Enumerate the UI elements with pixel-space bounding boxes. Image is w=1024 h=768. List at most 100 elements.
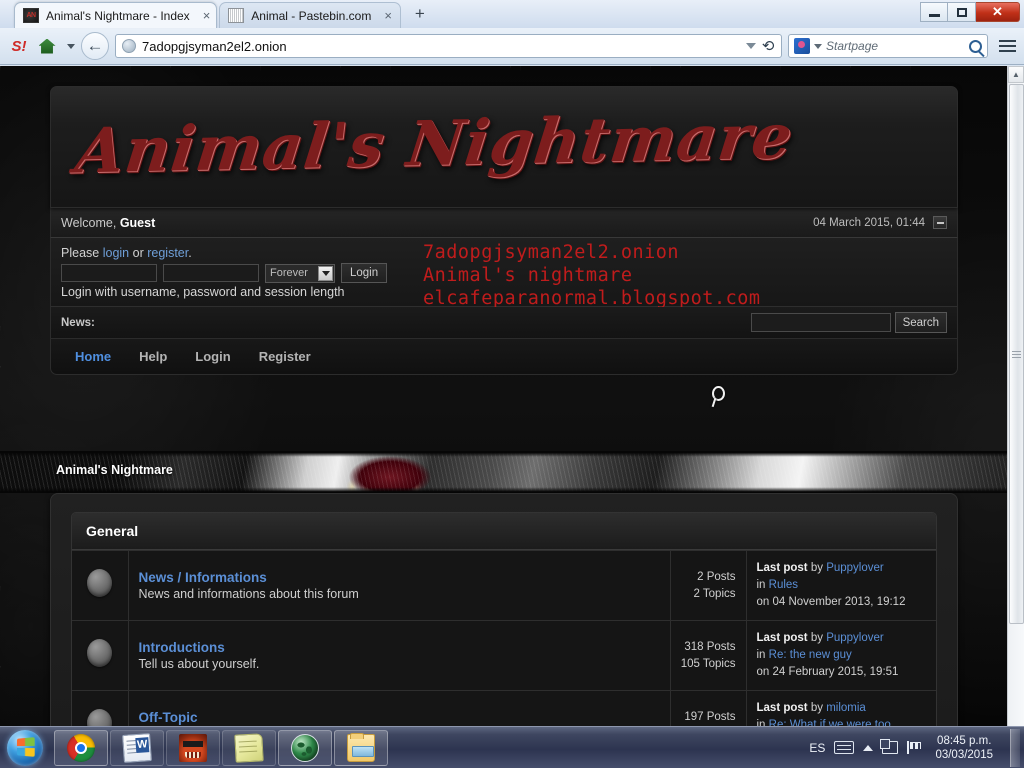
board-description: Tell us about yourself. [138, 657, 260, 671]
collapse-icon[interactable] [933, 216, 947, 229]
last-post-topic-link[interactable]: Re: the new guy [769, 649, 852, 661]
last-post-topic-link[interactable]: Re: What if we were too ... [769, 719, 904, 726]
board-title-link[interactable]: Off-Topic [139, 710, 660, 725]
board-stats-cell: 2 Posts 2 Topics [669, 550, 746, 621]
an-favicon: AN [23, 8, 39, 23]
forum-search-button[interactable]: Search [894, 312, 947, 333]
taskbar-items [54, 729, 388, 766]
forum-header-wrapper: Animal's Nightmare Welcome, Guest 04 Mar… [50, 86, 958, 375]
login-prompt-period: . [188, 246, 192, 260]
board-table: News / Informations News and information… [72, 550, 936, 726]
last-post-author-link[interactable]: milomia [826, 702, 866, 714]
monitor-icon[interactable] [880, 739, 899, 754]
login-link[interactable]: login [103, 246, 129, 260]
board-icon-cell [72, 690, 128, 726]
username-input[interactable] [61, 264, 157, 282]
forum-logo-banner: Animal's Nightmare [50, 86, 958, 208]
board-lastpost-cell: Last post by Puppylover in Re: the new g… [745, 620, 936, 691]
taskbar-item-file-explorer[interactable] [334, 729, 388, 766]
scrollbar-thumb[interactable] [1009, 84, 1024, 624]
board-topics-count: 105 Topics [680, 657, 736, 670]
chevron-up-icon[interactable] [863, 744, 874, 751]
browser-window: AN Animal's Nightmare - Index × P Animal… [0, 0, 1024, 726]
last-post-author-link[interactable]: Puppylover [826, 562, 884, 574]
board-posts-count: 318 Posts [684, 640, 736, 653]
close-icon[interactable]: × [378, 8, 392, 23]
chrome-icon [67, 733, 95, 762]
last-post-author-link[interactable]: Puppylover [826, 632, 884, 644]
reload-icon[interactable]: ⟳ [762, 37, 775, 55]
windows-taskbar: ES 08:45 p.m. 03/03/2015 [0, 726, 1024, 768]
home-extension-icon[interactable] [36, 35, 58, 57]
clock-time: 08:45 p.m. [937, 734, 992, 747]
chevron-down-icon[interactable] [746, 43, 757, 49]
fnaf-icon [179, 733, 207, 762]
clock[interactable]: 08:45 p.m. 03/03/2015 [931, 734, 997, 762]
browser-menu-button[interactable] [994, 40, 1016, 52]
last-post-topic-link[interactable]: Rules [769, 579, 798, 591]
board-stats-cell: 197 Posts 28 Topics [669, 690, 746, 726]
search-icon[interactable] [969, 39, 982, 53]
login-submit-button[interactable]: Login [341, 263, 388, 283]
overlay-watermark-text: 7adopgjsyman2el2.onion Animal's nightmar… [423, 242, 761, 309]
search-bar[interactable]: Startpage [788, 34, 988, 58]
menu-item-help[interactable]: Help [127, 343, 179, 370]
taskbar-item-word[interactable] [110, 729, 164, 766]
chevron-down-icon[interactable] [814, 43, 822, 49]
taskbar-item-tor-browser[interactable] [278, 729, 332, 766]
language-indicator[interactable]: ES [809, 741, 825, 755]
tab-animals-nightmare[interactable]: AN Animal's Nightmare - Index × [14, 2, 218, 28]
chevron-down-icon[interactable] [67, 43, 75, 49]
board-info-cell: News / Informations News and information… [127, 550, 670, 621]
back-button[interactable]: ← [81, 32, 109, 60]
chevron-down-icon[interactable] [318, 265, 333, 281]
table-row[interactable]: Introductions Tell us about yourself. 31… [72, 620, 936, 691]
board-status-icon [87, 569, 113, 597]
close-icon[interactable]: × [197, 8, 211, 23]
close-window-button[interactable]: ✕ [976, 2, 1020, 22]
menu-item-register[interactable]: Register [247, 343, 323, 370]
taskbar-item-chrome[interactable] [54, 729, 108, 766]
forum-search-input[interactable] [750, 313, 891, 332]
show-desktop-button[interactable] [1010, 728, 1020, 767]
password-input[interactable] [163, 264, 259, 282]
forum-logo-text: Animal's Nightmare [71, 99, 798, 188]
board-title-link[interactable]: Introductions [139, 640, 660, 655]
board-info-cell: Introductions Tell us about yourself. [127, 620, 670, 691]
table-row[interactable]: Off-Topic Off-Topic talk 197 Posts 28 To… [72, 690, 936, 726]
globe-icon [122, 39, 136, 53]
page-scrollbar[interactable]: ▲ [1007, 66, 1024, 726]
board-title-link[interactable]: News / Informations [139, 570, 660, 585]
last-post-date: on 04 November 2013, 19:12 [756, 596, 906, 608]
tab-pastebin[interactable]: P Animal - Pastebin.com × [219, 2, 401, 28]
address-bar[interactable]: 7adopgjsyman2el2.onion ⟳ [115, 34, 782, 58]
by-label: by [810, 562, 823, 574]
last-post-label: Last post [756, 702, 808, 714]
flag-icon[interactable] [907, 741, 922, 754]
minimize-button[interactable] [920, 2, 948, 22]
news-search-bar: News: Search [50, 307, 958, 339]
breadcrumb[interactable]: Animal's Nightmare [56, 463, 173, 477]
register-link[interactable]: register [147, 246, 188, 260]
scroll-up-button[interactable]: ▲ [1008, 66, 1024, 83]
tab-title: Animal - Pastebin.com [251, 8, 372, 23]
login-prompt-please: Please [61, 246, 100, 260]
restore-button[interactable] [948, 2, 976, 22]
menu-item-login[interactable]: Login [183, 343, 242, 370]
tab-title: Animal's Nightmare - Index [46, 8, 190, 23]
table-row[interactable]: News / Informations News and information… [72, 550, 936, 621]
startpage-icon[interactable] [794, 38, 810, 54]
login-prompt-or: or [132, 246, 144, 260]
taskbar-item-sticky-notes[interactable] [222, 729, 276, 766]
new-tab-button[interactable]: + [409, 4, 431, 26]
session-length-select[interactable]: Forever [265, 263, 335, 283]
keyboard-icon[interactable] [834, 741, 855, 754]
window-controls: ✕ [920, 2, 1020, 22]
board-icon-cell [72, 620, 128, 691]
stumbleupon-icon[interactable]: S! [8, 35, 30, 57]
taskbar-item-fnaf[interactable] [166, 729, 220, 766]
last-post-label: Last post [756, 562, 808, 574]
start-button[interactable] [2, 729, 48, 767]
in-label: in [756, 579, 766, 591]
menu-item-home[interactable]: Home [63, 343, 123, 370]
